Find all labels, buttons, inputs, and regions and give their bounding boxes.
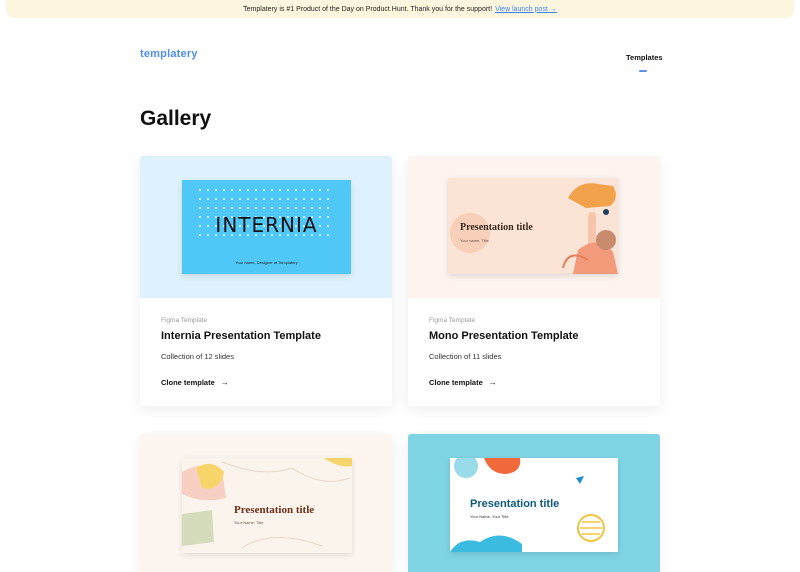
slide-preview-4: Presentation title Your Name, Your Title — [450, 458, 618, 552]
page-title: Gallery — [140, 107, 212, 130]
clone-template-label: Clone template — [161, 378, 215, 387]
card-title[interactable]: Mono Presentation Template — [429, 330, 579, 342]
clone-template-button[interactable]: Clone template → — [161, 378, 229, 387]
card-thumbnail[interactable]: Presentation title Your Name, Your Title — [408, 434, 660, 572]
arrow-right-icon: → — [220, 378, 229, 387]
template-card-internia[interactable]: INTERNIA Your name, Designer at Template… — [140, 156, 392, 406]
mono-slide-preview: Presentation title Your name, Title — [448, 178, 618, 274]
slide-subtitle-3: Your Name, Title — [234, 520, 264, 525]
nav-templates-link[interactable]: Templates — [626, 53, 663, 62]
announcement-banner: Templatery is #1 Product of the Day on P… — [6, 0, 794, 18]
internia-slide-title: INTERNIA — [215, 213, 318, 237]
launch-post-link[interactable]: View launch post → — [495, 6, 557, 13]
card-type-label: Figma Template — [429, 317, 476, 324]
arrow-right-icon: → — [488, 378, 497, 387]
mono-slide-title: Presentation title — [460, 222, 533, 233]
internia-slide-preview: INTERNIA Your name, Designer at Template… — [182, 180, 351, 274]
card-slide-count: Collection of 12 slides — [161, 352, 234, 361]
card-thumbnail[interactable]: Presentation title Your Name, Title — [140, 434, 392, 572]
clone-template-label: Clone template — [429, 378, 483, 387]
clone-template-button[interactable]: Clone template → — [429, 378, 497, 387]
template-card-4[interactable]: Presentation title Your Name, Your Title — [408, 434, 660, 572]
slide-title-4: Presentation title — [470, 498, 560, 510]
card-title[interactable]: Internia Presentation Template — [161, 330, 321, 342]
slide-title-3: Presentation title — [234, 504, 315, 516]
card-body: Figma Template Mono Presentation Templat… — [408, 298, 660, 406]
card-thumbnail[interactable]: INTERNIA Your name, Designer at Template… — [140, 156, 392, 298]
banner-text: Templatery is #1 Product of the Day on P… — [243, 5, 493, 13]
card-body: Figma Template Internia Presentation Tem… — [140, 298, 392, 406]
template-card-mono[interactable]: Presentation title Your name, Title Figm… — [408, 156, 660, 406]
nav-active-indicator — [639, 70, 647, 72]
template-card-3[interactable]: Presentation title Your Name, Title — [140, 434, 392, 572]
card-type-label: Figma Template — [161, 317, 208, 324]
internia-slide-subtitle: Your name, Designer at Templatery — [235, 260, 298, 265]
card-slide-count: Collection of 11 slides — [429, 352, 502, 361]
card-thumbnail[interactable]: Presentation title Your name, Title — [408, 156, 660, 298]
logo[interactable]: templatery — [140, 48, 198, 60]
slide-preview-3: Presentation title Your Name, Title — [182, 458, 352, 553]
mono-slide-subtitle: Your name, Title — [460, 238, 489, 243]
slide-subtitle-4: Your Name, Your Title — [470, 514, 509, 519]
